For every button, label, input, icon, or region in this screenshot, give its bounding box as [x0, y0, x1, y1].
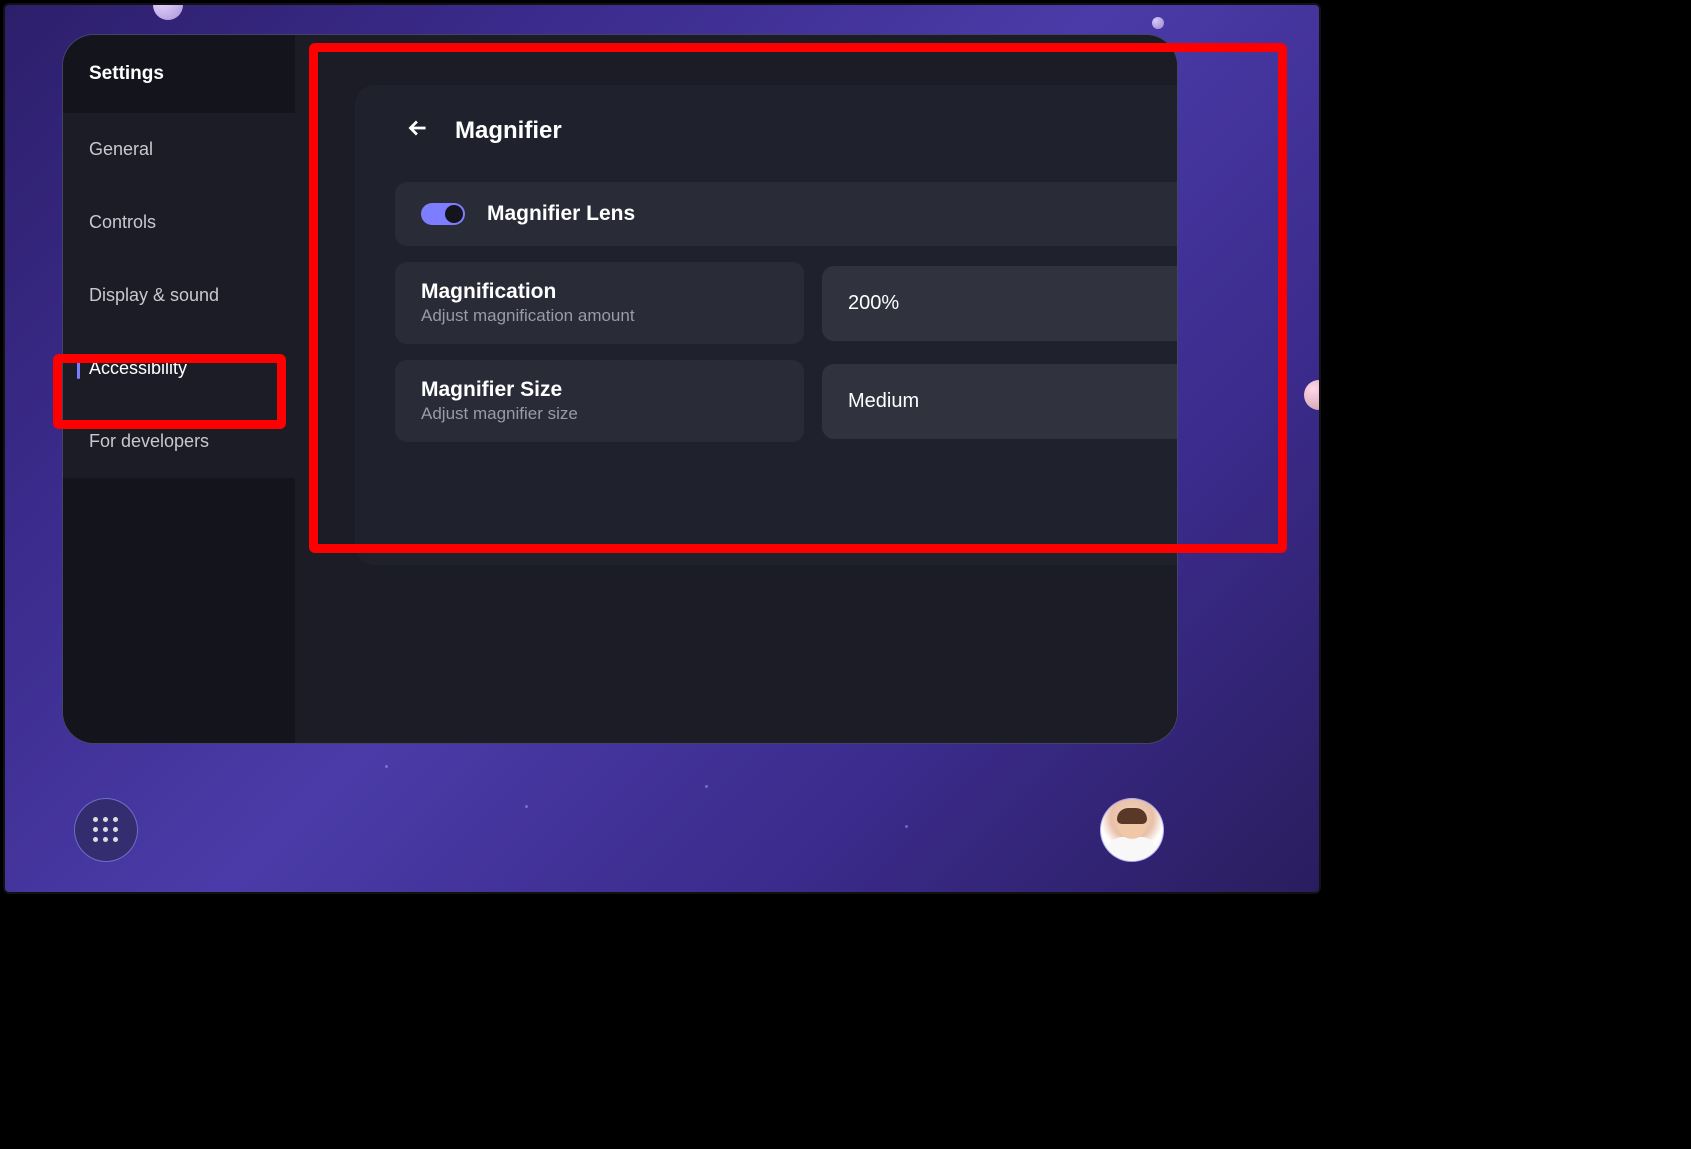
sidebar-item-display-sound[interactable]: Display & sound — [63, 259, 295, 332]
app-grid-button[interactable] — [74, 798, 138, 862]
sidebar-item-general[interactable]: General — [63, 113, 295, 186]
setting-title: Magnifier Size — [421, 378, 778, 402]
avatar-body — [1108, 837, 1156, 862]
settings-window: Settings General Controls Display & soun… — [62, 34, 1178, 744]
sidebar-item-label: For developers — [89, 431, 209, 451]
magnifier-size-dropdown[interactable]: Medium — [822, 364, 1178, 439]
star-decoration — [385, 765, 388, 768]
sidebar-item-label: Accessibility — [89, 358, 187, 378]
desktop-background: Settings General Controls Display & soun… — [3, 3, 1321, 894]
setting-row-magnifier-lens: Magnifier Lens — [395, 182, 1178, 246]
panel-header: Magnifier — [395, 115, 1178, 146]
magnifier-lens-toggle[interactable] — [421, 203, 465, 225]
dropdown-value: 200% — [848, 292, 899, 315]
sidebar-item-label: General — [89, 139, 153, 159]
app-grid-icon — [93, 817, 119, 843]
settings-main-content: Magnifier Magnifier Lens Magnification A… — [295, 35, 1177, 743]
planet-decoration — [153, 3, 183, 20]
sidebar-item-controls[interactable]: Controls — [63, 186, 295, 259]
back-button[interactable] — [405, 115, 431, 146]
toggle-knob — [445, 205, 463, 223]
star-decoration — [525, 805, 528, 808]
planet-decoration-right — [1304, 380, 1321, 410]
setting-label: Magnifier Lens — [487, 202, 635, 226]
star-decoration — [705, 785, 708, 788]
settings-sidebar: Settings General Controls Display & soun… — [63, 35, 295, 743]
dropdown-value: Medium — [848, 390, 919, 413]
avatar-hair — [1117, 808, 1147, 824]
magnifier-panel: Magnifier Magnifier Lens Magnification A… — [355, 85, 1178, 565]
sidebar-item-for-developers[interactable]: For developers — [63, 405, 295, 478]
sidebar-item-label: Display & sound — [89, 285, 219, 305]
setting-row-magnifier-size: Magnifier Size Adjust magnifier size Med… — [395, 360, 1178, 442]
panel-title: Magnifier — [455, 117, 562, 145]
sidebar-header: Settings — [63, 35, 295, 113]
user-avatar-button[interactable] — [1100, 798, 1164, 862]
setting-subtitle: Adjust magnification amount — [421, 306, 778, 326]
sidebar-item-label: Controls — [89, 212, 156, 232]
planet-decoration-small — [1152, 17, 1164, 29]
magnification-dropdown[interactable]: 200% — [822, 266, 1178, 341]
setting-title: Magnification — [421, 280, 778, 304]
arrow-left-icon — [405, 115, 431, 146]
setting-info: Magnification Adjust magnification amoun… — [395, 262, 804, 344]
star-decoration — [905, 825, 908, 828]
setting-info: Magnifier Size Adjust magnifier size — [395, 360, 804, 442]
sidebar-item-accessibility[interactable]: Accessibility — [63, 332, 295, 405]
setting-subtitle: Adjust magnifier size — [421, 404, 778, 424]
setting-row-magnification: Magnification Adjust magnification amoun… — [395, 262, 1178, 344]
